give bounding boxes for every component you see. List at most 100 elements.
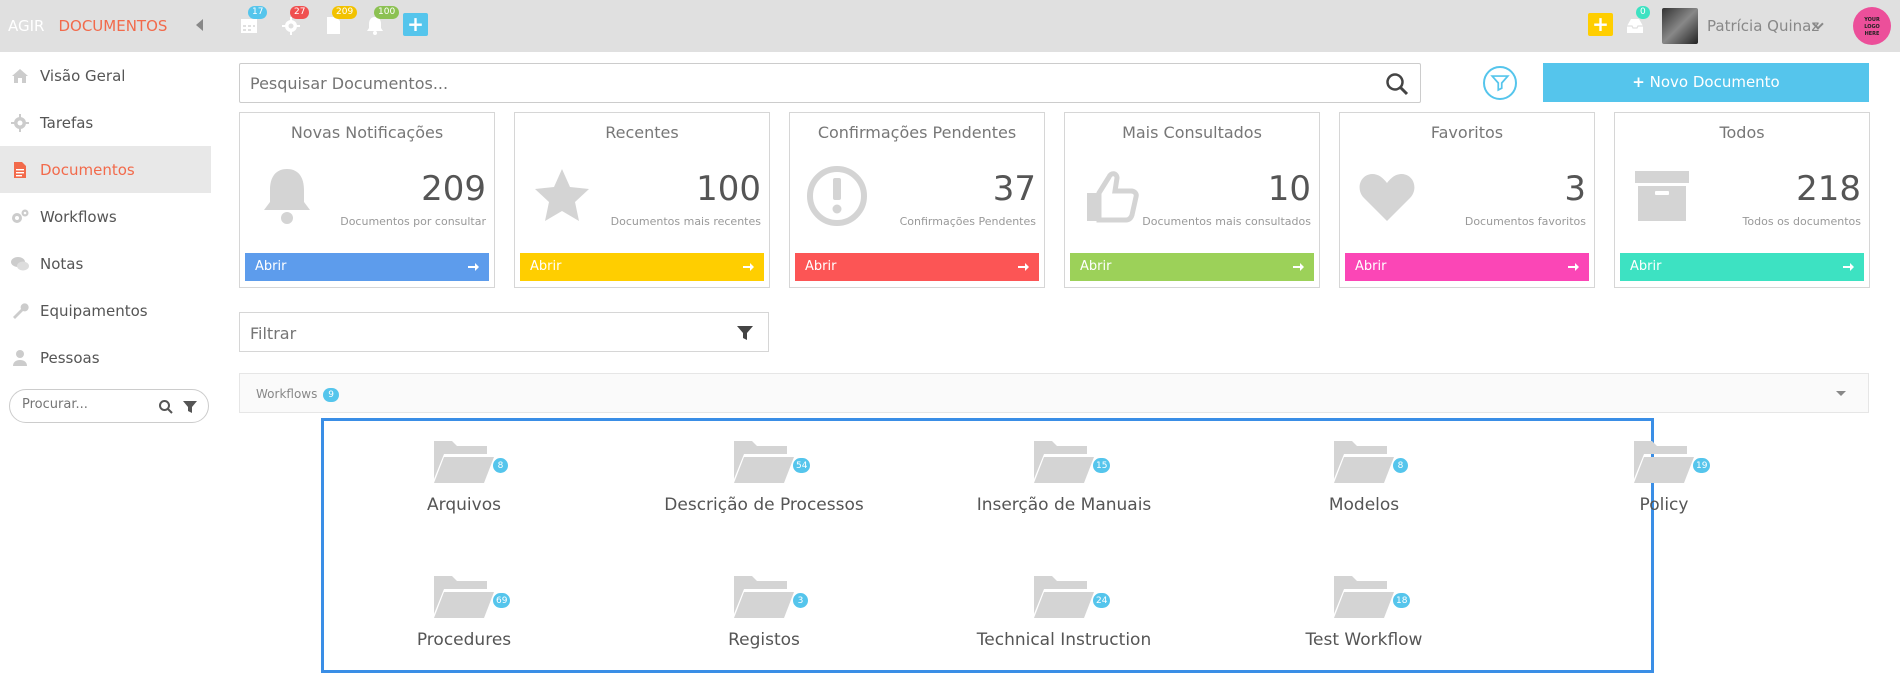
workflows-header[interactable]: Workflows 9 — [239, 373, 1869, 413]
gear-badge: 27 — [290, 6, 310, 19]
folder-count-badge: 18 — [1392, 592, 1412, 609]
document-badge: 209 — [332, 6, 358, 19]
sidebar-item-label: Tarefas — [40, 113, 94, 132]
folder-open-icon — [1334, 576, 1394, 618]
bell-icon — [264, 169, 310, 224]
user-icon — [13, 349, 27, 366]
folder-item[interactable]: 24 Technical Instruction — [924, 556, 1204, 666]
card-title: Recentes — [605, 123, 679, 142]
card-count: 209 — [421, 169, 486, 209]
sidebar-item-pessoas[interactable]: Pessoas — [0, 334, 211, 381]
document-search-input[interactable] — [250, 74, 1250, 93]
quick-add-button[interactable]: + — [1588, 13, 1613, 36]
card-description: Confirmações Pendentes — [899, 215, 1036, 228]
bell-badge: 100 — [374, 6, 400, 19]
chevron-down-icon[interactable] — [1836, 391, 1846, 396]
card-title: Novas Notificações — [290, 123, 444, 142]
folder-count-badge: 54 — [792, 457, 812, 474]
card-description: Todos os documentos — [1742, 215, 1861, 228]
sidebar-item-workflows[interactable]: Workflows — [0, 193, 211, 240]
avatar[interactable] — [1662, 8, 1698, 44]
folder-name: Descrição de Processos — [664, 495, 864, 515]
workflows-label: Workflows 9 — [256, 387, 339, 402]
new-document-button[interactable]: + Novo Documento — [1543, 63, 1869, 102]
sidebar-item-notas[interactable]: Notas — [0, 240, 211, 287]
top-bar: AGIR DOCUMENTOS 17 27 209 100 + + 0 Patrí… — [0, 0, 1900, 52]
card-todos: Todos 218 Todos os documentos Abrir — [1614, 112, 1870, 288]
open-button[interactable]: Abrir — [245, 253, 489, 281]
bell-icon[interactable]: 100 — [364, 6, 400, 38]
calendar-icon[interactable]: 17 — [238, 6, 268, 38]
new-document-label: Novo Documento — [1649, 73, 1780, 91]
sidebar-item-label: Visão Geral — [40, 66, 126, 85]
folder-count-badge: 3 — [792, 592, 809, 609]
card-title: Confirmações Pendentes — [817, 123, 1017, 142]
folder-name: Test Workflow — [1305, 630, 1423, 650]
sidebar-item-label: Equipamentos — [40, 301, 148, 320]
open-button[interactable]: Abrir — [1620, 253, 1864, 281]
brand[interactable]: AGIR DOCUMENTOS — [8, 17, 167, 35]
folder-item[interactable]: 19 Policy — [1524, 421, 1804, 531]
inbox-badge: 0 — [1636, 6, 1650, 19]
filter-icon[interactable] — [736, 324, 754, 342]
add-button[interactable]: + — [403, 13, 428, 36]
card-description: Documentos por consultar — [340, 215, 486, 228]
open-button-label: Abrir — [1080, 259, 1112, 274]
filter-input[interactable] — [250, 324, 650, 343]
open-button[interactable]: Abrir — [1070, 253, 1314, 281]
card-title: Todos — [1719, 123, 1765, 142]
folder-open-icon — [734, 576, 794, 618]
open-button[interactable]: Abrir — [1345, 253, 1589, 281]
inbox-icon[interactable]: 0 — [1624, 6, 1650, 38]
folder-item[interactable]: 15 Inserção de Manuais — [924, 421, 1204, 531]
open-button[interactable]: Abrir — [795, 253, 1039, 281]
folder-open-icon — [434, 441, 494, 483]
filter-icon[interactable] — [182, 399, 198, 415]
gear-icon[interactable]: 27 — [280, 6, 310, 38]
folder-open-icon — [1634, 441, 1694, 483]
arrow-right-icon — [1293, 263, 1304, 271]
sidebar-item-equipamentos[interactable]: Equipamentos — [0, 287, 211, 334]
card-title: Mais Consultados — [1122, 123, 1262, 142]
open-button[interactable]: Abrir — [520, 253, 764, 281]
folder-name: Registos — [728, 630, 800, 650]
folder-open-icon — [734, 441, 794, 483]
sidebar-item-visao-geral[interactable]: Visão Geral — [0, 52, 211, 99]
folder-item[interactable]: 18 Test Workflow — [1224, 556, 1504, 666]
workflows-panel: 8 Arquivos 54 Descrição de Processos 15 … — [321, 418, 1712, 673]
section-title: DOCUMENTOS — [58, 17, 168, 35]
card-favoritos: Favoritos 3 Documentos favoritos Abrir — [1339, 112, 1595, 288]
collapse-sidebar-icon[interactable] — [196, 19, 203, 31]
search-icon[interactable] — [158, 399, 174, 415]
file-icon — [14, 161, 26, 178]
sidebar-item-label: Documentos — [40, 160, 135, 179]
folder-item[interactable]: 8 Arquivos — [324, 421, 604, 531]
search-icon[interactable] — [1384, 71, 1410, 97]
star-icon — [535, 169, 589, 221]
user-name[interactable]: Patrícia Quinaz — [1707, 17, 1819, 35]
folder-name: Inserção de Manuais — [976, 495, 1152, 515]
card-confirmacoes-pendentes: Confirmações Pendentes 37 Confirmações P… — [789, 112, 1045, 288]
document-icon[interactable]: 209 — [322, 6, 358, 38]
advanced-filter-button[interactable] — [1483, 66, 1517, 100]
archive-icon — [1635, 171, 1689, 221]
sidebar-item-label: Pessoas — [40, 348, 100, 367]
folder-open-icon — [1334, 441, 1394, 483]
sidebar: Visão Geral Tarefas Documentos Workflows… — [0, 52, 211, 423]
sidebar-search-input[interactable] — [22, 397, 142, 412]
sidebar-item-tarefas[interactable]: Tarefas — [0, 99, 211, 146]
sidebar-item-label: Workflows — [40, 207, 117, 226]
arrow-right-icon — [1843, 263, 1854, 271]
card-count: 100 — [696, 169, 761, 209]
folder-item[interactable]: 3 Registos — [624, 556, 904, 666]
comments-icon — [11, 256, 29, 270]
arrow-right-icon — [1568, 263, 1579, 271]
folder-item[interactable]: 8 Modelos — [1224, 421, 1504, 531]
folder-item[interactable]: 54 Descrição de Processos — [624, 421, 904, 531]
sidebar-search — [9, 389, 209, 423]
folder-name: Modelos — [1328, 495, 1400, 515]
folder-item[interactable]: 69 Procedures — [324, 556, 604, 666]
company-logo: YOUR LOGO HERE — [1853, 7, 1891, 45]
document-search — [239, 63, 1421, 103]
sidebar-item-documentos[interactable]: Documentos — [0, 146, 211, 193]
